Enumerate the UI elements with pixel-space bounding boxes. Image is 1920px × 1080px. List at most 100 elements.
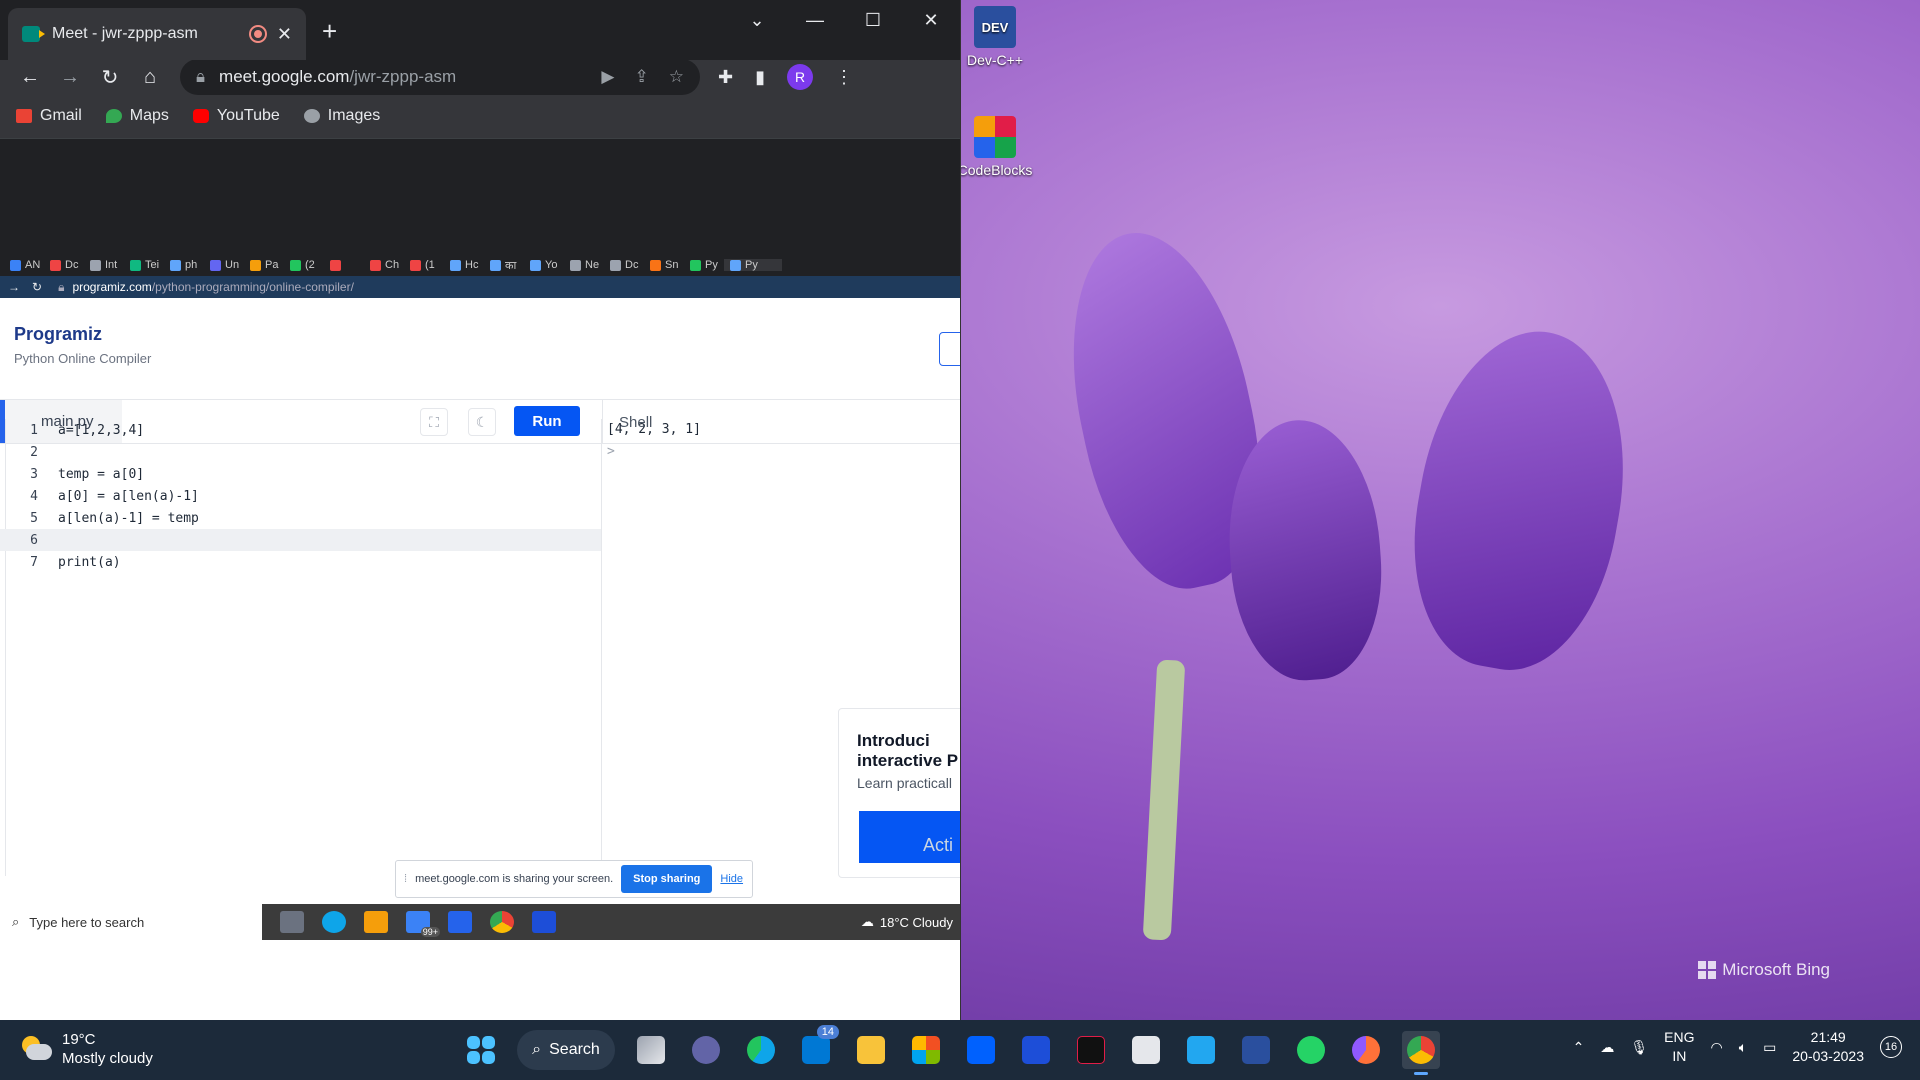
meet-favicon-icon [22, 26, 45, 42]
tab-meet[interactable]: Meet - jwr-zppp-asm ✕ [8, 8, 306, 60]
chat-icon [692, 1036, 720, 1064]
vscode-button[interactable] [1182, 1031, 1220, 1069]
shared-tab-favicon-icon [730, 259, 741, 271]
menu-icon[interactable]: ⋮ [835, 67, 853, 88]
store-icon [448, 911, 472, 933]
bookmark-gmail[interactable]: Gmail [16, 107, 82, 125]
file-explorer-button[interactable] [852, 1031, 890, 1069]
search-label: Search [549, 1041, 600, 1058]
close-window-button[interactable]: ✕ [902, 0, 960, 40]
clock[interactable]: 21:49 20-03-2023 [1792, 1028, 1864, 1066]
programiz-subtitle: Python Online Compiler [14, 351, 152, 366]
chevron-up-icon[interactable]: ⌃ [1573, 1039, 1585, 1056]
onedrive-icon[interactable]: ☁ [1600, 1039, 1614, 1056]
shared-tab-favicon-icon [330, 259, 341, 271]
bing-label: Microsoft Bing [1722, 960, 1830, 979]
weather-widget[interactable]: 19°C Mostly cloudy [20, 1030, 153, 1068]
line-number: 7 [30, 554, 38, 570]
forward-button[interactable]: → [50, 66, 90, 89]
shared-tab-favicon-icon [490, 259, 501, 271]
devcpp-button[interactable] [1237, 1031, 1275, 1069]
profile-avatar[interactable]: R [787, 64, 813, 90]
devcpp-icon: DEV [974, 6, 1016, 48]
code-line: 1 a=[1,2,3,4] [0, 419, 601, 441]
system-tray: ⌃ ☁ 🎙︎ ENG IN ◠ 🔈︎ ▭ 21:49 20-03-2023 16 [1573, 1028, 1902, 1066]
tab-search-icon[interactable]: ⌄ [728, 0, 786, 40]
shared-tab: Py [684, 259, 724, 271]
shared-tab: Hc [444, 259, 484, 271]
minimize-button[interactable]: — [786, 0, 844, 40]
code-line: 4 a[0] = a[len(a)-1] [0, 485, 601, 507]
flower-petal [1142, 659, 1186, 941]
tab-title: Meet - jwr-zppp-asm [52, 25, 198, 42]
bookmarks-bar: Gmail Maps YouTube Images [0, 94, 960, 139]
desktop-icon-codeblocks[interactable]: CodeBlocks [950, 116, 1040, 178]
start-button[interactable] [462, 1031, 500, 1069]
code-text: a[0] = a[len(a)-1] [58, 488, 199, 504]
language-indicator[interactable]: ENG IN [1664, 1028, 1694, 1066]
bookmark-youtube[interactable]: YouTube [192, 107, 280, 125]
shared-tab-favicon-icon [170, 259, 181, 271]
new-tab-button[interactable]: + [322, 18, 337, 44]
whatsapp-button[interactable] [1292, 1031, 1330, 1069]
back-button[interactable]: ← [10, 66, 50, 89]
shared-tab-label: Tei [145, 259, 160, 271]
app-icon [532, 911, 556, 933]
notification-badge[interactable]: 16 [1880, 1036, 1902, 1058]
shared-tab-favicon-icon [90, 259, 101, 271]
home-button[interactable]: ⌂ [130, 66, 170, 89]
weather-desc: Mostly cloudy [62, 1050, 153, 1067]
edge-button[interactable] [742, 1031, 780, 1069]
shared-tab: (1 [404, 259, 444, 271]
extensions-icon[interactable]: ✚ [718, 67, 733, 88]
camera-icon[interactable]: ▶ [601, 67, 614, 87]
side-panel-icon[interactable]: ▮ [755, 67, 765, 88]
stop-sharing-button: Stop sharing [621, 865, 713, 893]
folder-icon [364, 911, 388, 933]
wifi-icon[interactable]: ◠ [1711, 1039, 1723, 1056]
microphone-icon[interactable]: 🎙︎ [1630, 1039, 1648, 1056]
shared-tab: ph [164, 259, 204, 271]
chrome-button[interactable] [1402, 1031, 1440, 1075]
code-line: 5 a[len(a)-1] = temp [0, 507, 601, 529]
shared-tab-strip: AN Dc Int Tei ph Un Pa (2 Ch (1 Hc का Yo Ne Dc Sn Py Py [0, 254, 960, 276]
tab-close-icon[interactable]: ✕ [277, 24, 292, 45]
gmail-icon [16, 109, 32, 123]
line-number: 3 [30, 466, 38, 482]
maps-icon [105, 109, 122, 123]
shared-tab: Sn [644, 259, 684, 271]
windows-logo-icon [467, 1036, 495, 1064]
teams-chat-button[interactable] [687, 1031, 725, 1069]
volume-icon[interactable]: 🔈︎ [1739, 1039, 1747, 1056]
amazon-button[interactable] [1127, 1031, 1165, 1069]
shared-tab: Ch [364, 259, 404, 271]
promo-card: Introduci interactive P Learn practicall… [838, 708, 960, 878]
game-app-button[interactable] [1072, 1031, 1110, 1069]
mail-badge: 14 [816, 1025, 839, 1039]
mail-icon: 99+ [406, 911, 440, 937]
app-button[interactable] [1017, 1031, 1055, 1069]
shared-tab-favicon-icon [650, 259, 661, 271]
reload-button[interactable]: ↻ [90, 65, 130, 90]
battery-icon[interactable]: ▭ [1763, 1039, 1776, 1056]
task-view-button[interactable] [632, 1031, 670, 1069]
desktop-icon-devcpp[interactable]: DEV Dev-C++ [950, 6, 1040, 68]
taskbar-search-button[interactable]: ⌕ Search [517, 1030, 615, 1070]
bookmark-images[interactable]: Images [303, 107, 380, 125]
firefox-button[interactable] [1347, 1031, 1385, 1069]
promo-title: Introduci interactive P [857, 731, 959, 770]
bookmark-star-icon[interactable]: ☆ [669, 67, 684, 87]
share-icon[interactable]: ⇪ [635, 67, 649, 87]
mail-icon [802, 1036, 830, 1064]
dropbox-icon [967, 1036, 995, 1064]
store-button[interactable] [907, 1031, 945, 1069]
shared-reload-icon: ↻ [32, 280, 43, 294]
shared-tab-label: (1 [425, 259, 435, 271]
codeblocks-icon [974, 116, 1016, 158]
address-bar[interactable]: 🔒︎ meet.google.com/jwr-zppp-asm ▶ ⇪ ☆ [180, 59, 700, 95]
mail-button[interactable]: 14 [797, 1025, 839, 1069]
bookmark-maps[interactable]: Maps [105, 107, 169, 125]
maximize-button[interactable]: ☐ [844, 0, 902, 40]
shared-weather: ☁ 18°C Cloudy [861, 914, 960, 930]
dropbox-button[interactable] [962, 1031, 1000, 1069]
